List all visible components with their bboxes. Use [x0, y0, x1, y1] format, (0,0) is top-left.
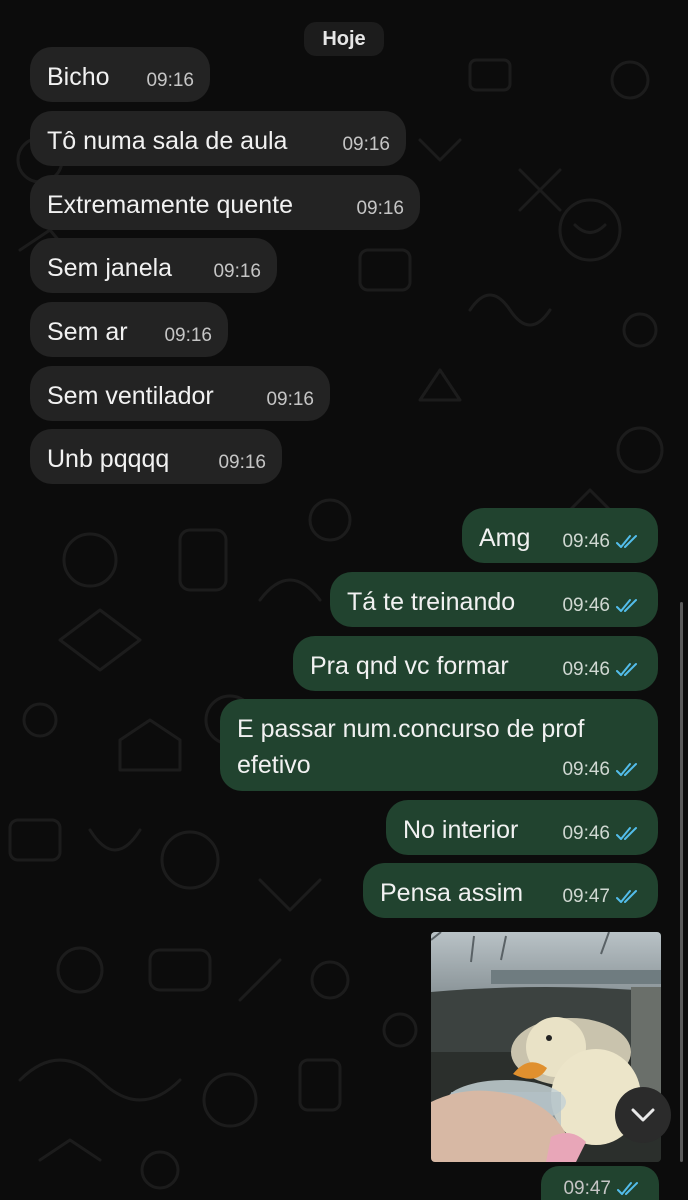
message-text: Pensa assim: [380, 879, 524, 907]
outgoing-message[interactable]: Tá te treinando 09:46: [330, 572, 658, 627]
message-time: 09:46: [562, 531, 610, 552]
message-time: 09:16: [342, 134, 390, 155]
message-text: Sem ar: [47, 318, 128, 346]
outgoing-message[interactable]: No interior 09:46: [386, 800, 658, 855]
date-separator: Hoje: [304, 22, 384, 56]
double-check-icon: [617, 1182, 638, 1195]
outgoing-message[interactable]: Amg 09:46: [462, 508, 658, 563]
message-time: 09:16: [266, 389, 314, 410]
scrollbar[interactable]: [680, 602, 683, 1162]
message-text: Unb pqqqq: [47, 445, 170, 473]
message-time: 09:16: [146, 70, 194, 91]
outgoing-message[interactable]: Pra qnd vc formar 09:46: [293, 636, 658, 691]
outgoing-message[interactable]: 09:47: [541, 1166, 659, 1200]
message-text: Bicho: [47, 63, 110, 91]
incoming-message[interactable]: Extremamente quente 09:16: [30, 175, 420, 230]
message-time: 09:16: [164, 325, 212, 346]
message-time: 09:47: [563, 1178, 611, 1199]
double-check-icon: [616, 599, 637, 612]
incoming-message[interactable]: Tô numa sala de aula 09:16: [30, 111, 406, 166]
outgoing-message[interactable]: E passar num.concurso de prof efetivo 09…: [220, 699, 658, 791]
message-text: No interior: [403, 816, 519, 844]
chevron-down-icon: [631, 1108, 655, 1122]
message-text: Pra qnd vc formar: [310, 652, 509, 680]
message-time: 09:46: [562, 595, 610, 616]
message-time: 09:46: [562, 823, 610, 844]
double-check-icon: [616, 827, 637, 840]
incoming-message[interactable]: Sem janela 09:16: [30, 238, 277, 293]
scroll-to-bottom-button[interactable]: [615, 1087, 671, 1143]
incoming-message[interactable]: Bicho 09:16: [30, 47, 210, 102]
message-text: Sem ventilador: [47, 382, 214, 410]
double-check-icon: [616, 890, 637, 903]
double-check-icon: [616, 663, 637, 676]
chat-window[interactable]: Hoje Bicho 09:16 Tô numa sala de aula 09…: [0, 0, 688, 1200]
outgoing-message[interactable]: Pensa assim 09:47: [363, 863, 658, 918]
double-check-icon: [616, 535, 637, 548]
message-time: 09:46: [562, 659, 610, 680]
message-time: 09:46: [562, 759, 610, 780]
message-text: Sem janela: [47, 254, 173, 282]
incoming-message[interactable]: Sem ar 09:16: [30, 302, 228, 357]
incoming-message[interactable]: Sem ventilador 09:16: [30, 366, 330, 421]
message-time: 09:16: [356, 198, 404, 219]
message-text: Extremamente quente: [47, 191, 293, 219]
message-text: Tô numa sala de aula: [47, 127, 288, 155]
message-time: 09:16: [213, 261, 261, 282]
message-time: 09:16: [218, 452, 266, 473]
double-check-icon: [616, 763, 637, 776]
message-text: Amg: [479, 524, 531, 552]
incoming-message[interactable]: Unb pqqqq 09:16: [30, 429, 282, 484]
message-time: 09:47: [562, 886, 610, 907]
message-text: Tá te treinando: [347, 588, 516, 616]
